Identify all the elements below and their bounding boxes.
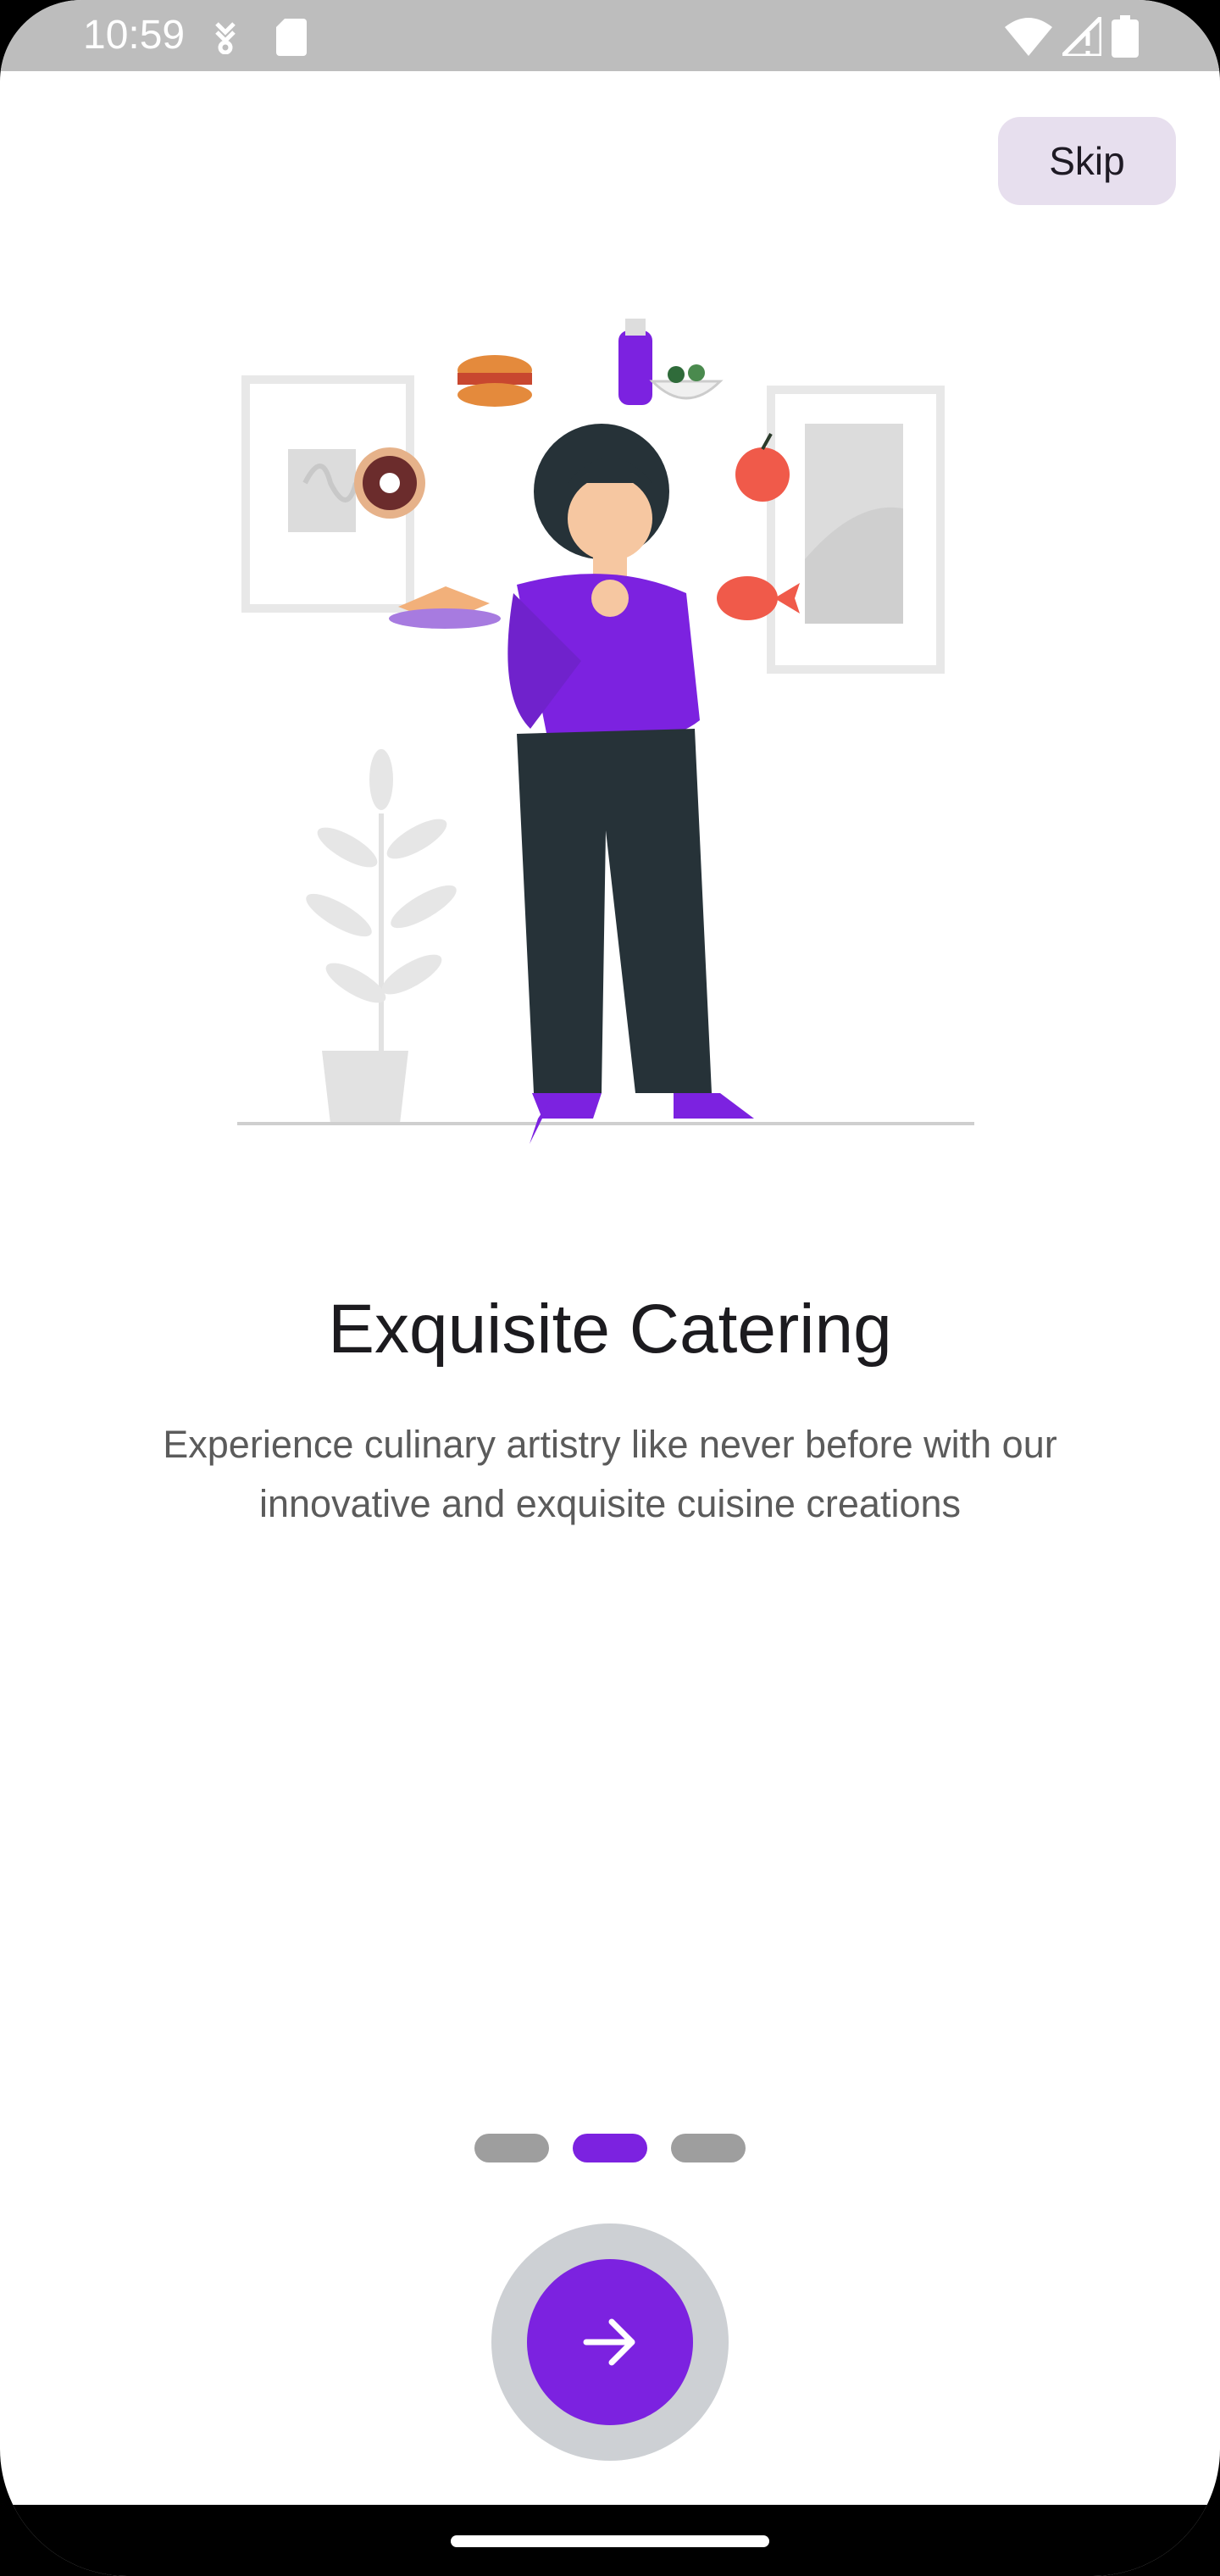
onboarding-description: Experience culinary artistry like never … <box>163 1423 1057 1525</box>
wifi-icon <box>1005 18 1052 56</box>
skip-label: Skip <box>1049 139 1125 183</box>
cellular-signal-icon <box>1062 17 1101 56</box>
skip-button[interactable]: Skip <box>998 117 1176 205</box>
next-button-ring <box>491 2223 729 2461</box>
next-button[interactable] <box>527 2259 693 2425</box>
arrow-right-icon <box>583 2318 635 2366</box>
page-dot <box>474 2134 549 2162</box>
battery-icon <box>1112 15 1139 58</box>
status-bar: 10:59 <box>0 0 1220 71</box>
page-indicator <box>474 2134 746 2162</box>
page-dot <box>671 2134 746 2162</box>
sd-card-icon <box>276 19 307 56</box>
vpn-key-icon <box>215 22 236 54</box>
onboarding-screen: 10:59 Skip Exquisite Catering Experience… <box>0 0 1220 2576</box>
status-time: 10:59 <box>83 13 186 58</box>
page-dot-active <box>573 2134 647 2162</box>
home-indicator[interactable] <box>451 2535 769 2547</box>
onboarding-illustration <box>237 319 974 1144</box>
onboarding-title: Exquisite Catering <box>328 1291 892 1368</box>
